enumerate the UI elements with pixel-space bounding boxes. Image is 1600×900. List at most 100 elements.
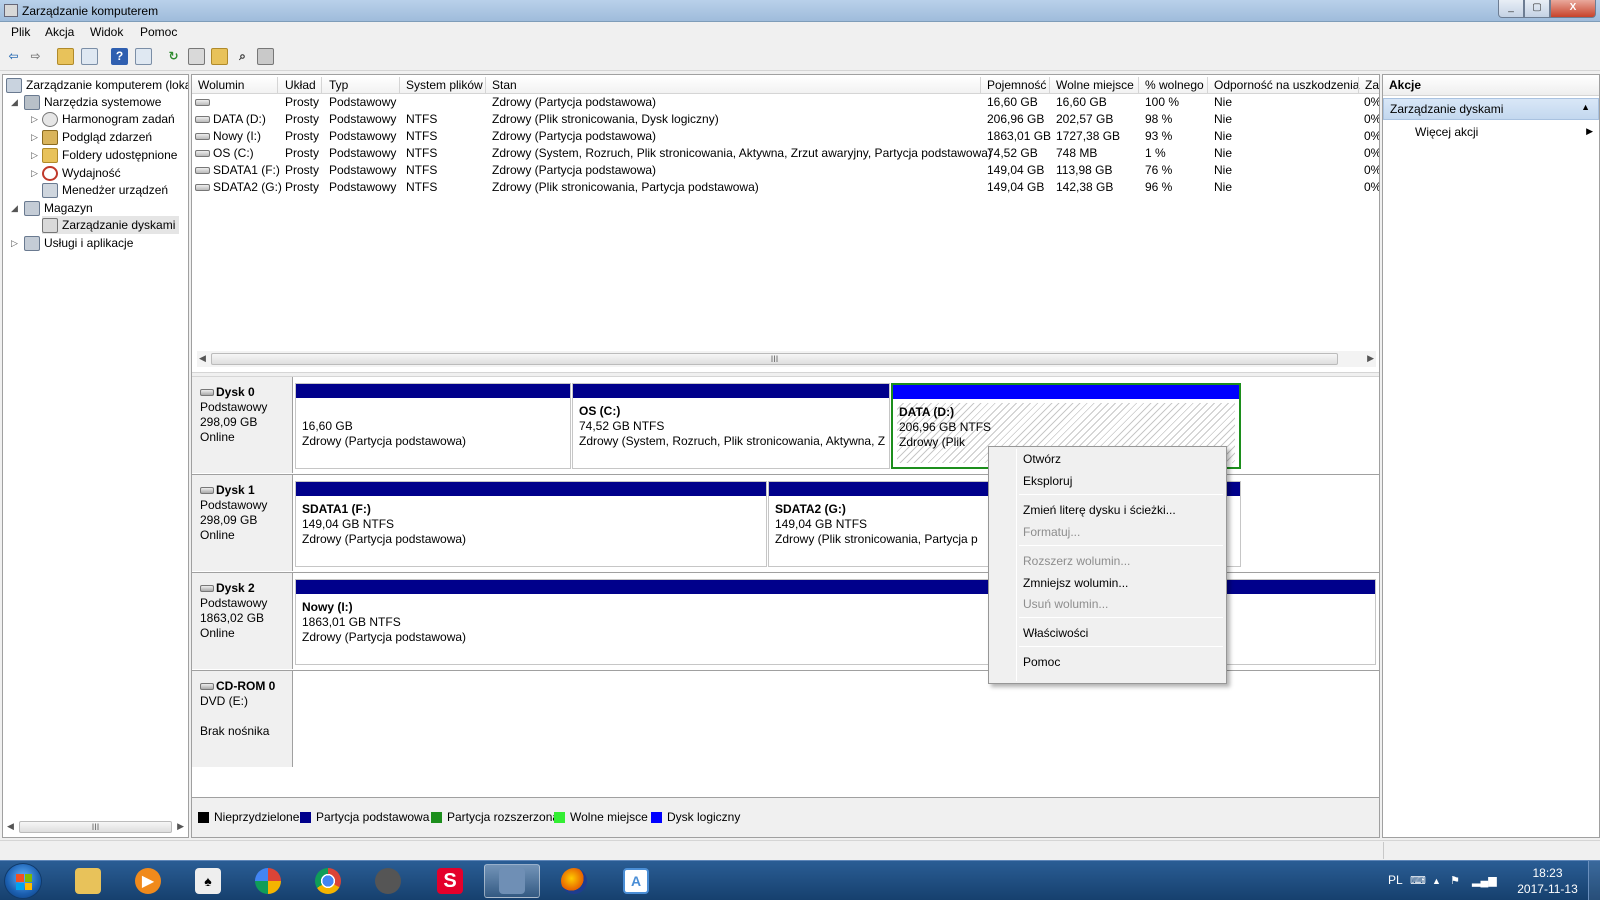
volume-row[interactable]: Nowy (I:) Prosty Podstawowy NTFS Zdrowy … [192,128,1379,145]
expand-arrow-icon[interactable]: ▷ [11,238,18,249]
disk-info[interactable]: CD-ROM 0 DVD (E:) Brak nośnika [192,671,293,767]
disk-info[interactable]: Dysk 0 Podstawowy 298,09 GB Online [192,377,293,473]
show-hidden-icons-icon[interactable]: ▲ [1432,876,1441,886]
language-indicator[interactable]: PL [1388,873,1403,887]
scroll-left-arrow-icon[interactable]: ◀ [7,821,14,832]
expand-arrow-icon[interactable]: ▷ [31,150,38,161]
rescan-disks-icon[interactable] [188,48,205,65]
disk-info[interactable]: Dysk 2 Podstawowy 1863,02 GB Online [192,573,293,669]
show-hide-actions-icon[interactable] [135,48,152,65]
col-filesystem[interactable]: System plików [406,78,483,92]
taskbar-media-player[interactable]: ▶ [120,864,176,898]
menu-item-extend-volume[interactable]: Rozszerz wolumin... [1023,554,1130,568]
collapse-arrow-icon[interactable]: ◢ [11,203,18,214]
computer-management-icon [499,868,525,894]
media-player-icon: ▶ [135,868,161,894]
tree-item-task-scheduler[interactable]: Harmonogram zadań [42,110,175,128]
col-overhead[interactable]: Za [1365,78,1379,92]
tree-item-root[interactable]: Zarządzanie komputerem (loka [6,76,188,94]
tree-item-device-manager[interactable]: Menedżer urządzeń [42,181,168,199]
navigation-tree: Zarządzanie komputerem (loka ◢ Narzędzia… [2,74,189,838]
scroll-left-arrow-icon[interactable]: ◀ [199,353,206,364]
more-actions-item[interactable]: Więcej akcji ▶ [1415,125,1595,139]
menu-file[interactable]: Plik [11,25,30,39]
menu-view[interactable]: Widok [90,25,123,39]
tree-horizontal-scrollbar[interactable]: ◀ III ▶ [5,819,186,835]
show-desktop-button[interactable] [1588,861,1600,900]
menu-item-change-drive-letter[interactable]: Zmień literę dysku i ścieżki... [1023,503,1176,517]
volume-row[interactable]: SDATA1 (F:) Prosty Podstawowy NTFS Zdrow… [192,162,1379,179]
volume-list-horizontal-scrollbar[interactable]: ◀ III ▶ [197,351,1376,367]
start-button[interactable] [4,863,42,899]
partition-block[interactable]: OS (C:) 74,52 GB NTFS Zdrowy (System, Ro… [572,383,890,469]
tree-item-services-apps[interactable]: Usługi i aplikacje [24,234,133,252]
taskbar-chrome[interactable] [300,864,356,898]
submenu-arrow-icon: ▶ [1586,126,1593,136]
scroll-right-arrow-icon[interactable]: ▶ [1367,353,1374,364]
taskbar-explorer[interactable] [60,864,116,898]
close-button[interactable]: X [1550,0,1596,18]
tree-item-disk-management[interactable]: Zarządzanie dyskami [42,216,180,234]
menu-item-open[interactable]: Otwórz [1023,452,1061,466]
open-folder-icon[interactable] [211,48,228,65]
help-icon[interactable]: ? [111,48,128,65]
taskbar-firefox[interactable] [546,864,602,898]
partition-block[interactable]: SDATA1 (F:) 149,04 GB NTFS Zdrowy (Party… [295,481,767,567]
expand-arrow-icon[interactable]: ▷ [31,114,38,125]
network-icon[interactable]: ▂▄▆ [1472,874,1497,887]
collapse-arrow-icon[interactable]: ▲ [1581,102,1590,112]
col-volume[interactable]: Wolumin [198,78,244,92]
collapse-arrow-icon[interactable]: ◢ [11,97,18,108]
partition-block[interactable]: 16,60 GB Zdrowy (Partycja podstawowa) [295,383,571,469]
menu-item-format[interactable]: Formatuj... [1023,525,1080,539]
taskbar-wordpad[interactable]: A [608,864,664,898]
up-folder-icon[interactable] [57,48,74,65]
col-free-space[interactable]: Wolne miejsce [1056,78,1134,92]
menu-action[interactable]: Akcja [45,25,74,39]
scroll-right-arrow-icon[interactable]: ▶ [177,821,184,832]
tree-item-system-tools[interactable]: Narzędzia systemowe [24,93,161,111]
taskbar-computer-management[interactable] [484,864,540,898]
taskbar-s-app[interactable]: S [422,864,478,898]
refresh-icon[interactable]: ↻ [165,48,182,65]
col-fault-tolerance[interactable]: Odporność na uszkodzenia [1214,78,1359,92]
menu-item-help[interactable]: Pomoc [1023,655,1060,669]
keyboard-icon[interactable]: ⌨ [1410,874,1426,887]
col-status[interactable]: Stan [492,78,517,92]
tree-item-storage[interactable]: Magazyn [24,199,93,217]
clock[interactable]: 18:23 2017-11-13 [1505,865,1590,897]
volume-row[interactable]: DATA (D:) Prosty Podstawowy NTFS Zdrowy … [192,111,1379,128]
minimize-button[interactable]: _ [1498,0,1524,18]
forward-icon[interactable]: ⇨ [27,48,44,65]
scroll-thumb[interactable]: III [211,353,1338,365]
menu-item-shrink-volume[interactable]: Zmniejsz wolumin... [1023,576,1128,590]
scroll-thumb[interactable]: III [19,821,172,833]
menu-item-delete-volume[interactable]: Usuń wolumin... [1023,597,1108,611]
properties-icon[interactable] [257,48,274,65]
taskbar-gimp[interactable] [360,864,416,898]
col-layout[interactable]: Układ [285,78,316,92]
actions-section-disk-management[interactable]: Zarządzanie dyskami ▲ [1383,98,1599,120]
tree-item-event-viewer[interactable]: Podgląd zdarzeń [42,128,152,146]
menu-item-properties[interactable]: Właściwości [1023,626,1088,640]
maximize-button[interactable]: ▢ [1524,0,1550,18]
col-capacity[interactable]: Pojemność [987,78,1046,92]
back-icon[interactable]: ⇦ [5,48,22,65]
volume-row[interactable]: Prosty Podstawowy Zdrowy (Partycja podst… [192,94,1379,111]
show-hide-tree-icon[interactable] [81,48,98,65]
col-percent-free[interactable]: % wolnego [1145,78,1204,92]
menu-item-explore[interactable]: Eksploruj [1023,474,1072,488]
taskbar-picasa[interactable] [240,864,296,898]
tree-item-shared-folders[interactable]: Foldery udostępnione [42,146,177,164]
volume-row[interactable]: SDATA2 (G:) Prosty Podstawowy NTFS Zdrow… [192,179,1379,196]
action-center-flag-icon[interactable]: ⚑ [1450,874,1460,887]
expand-arrow-icon[interactable]: ▷ [31,168,38,179]
volume-row[interactable]: OS (C:) Prosty Podstawowy NTFS Zdrowy (S… [192,145,1379,162]
menu-help[interactable]: Pomoc [140,25,177,39]
tree-item-performance[interactable]: Wydajność [42,164,121,182]
taskbar-solitaire[interactable]: ♠ [180,864,236,898]
expand-arrow-icon[interactable]: ▷ [31,132,38,143]
disk-info[interactable]: Dysk 1 Podstawowy 298,09 GB Online [192,475,293,571]
search-icon[interactable]: ⌕ [234,48,251,65]
col-type[interactable]: Typ [329,78,348,92]
